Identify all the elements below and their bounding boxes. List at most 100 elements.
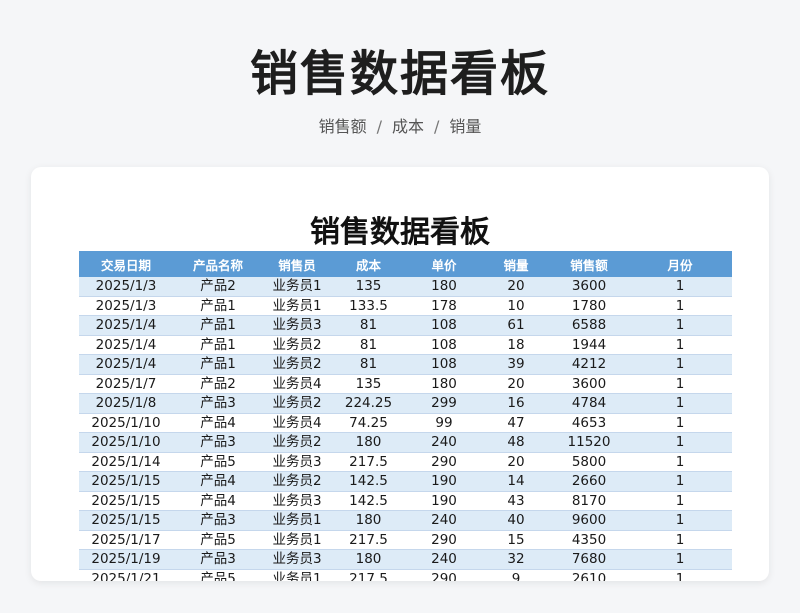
table-cell[interactable]: 9 [482,569,550,581]
table-cell[interactable]: 1 [628,569,732,581]
table-cell[interactable]: 11520 [550,432,628,453]
table-cell[interactable]: 5800 [550,452,628,472]
table-cell[interactable]: 190 [406,471,482,492]
table-cell[interactable]: 81 [331,354,406,375]
table-cell[interactable]: 10 [482,296,550,316]
table-cell[interactable]: 74.25 [331,413,406,433]
table-cell[interactable]: 产品4 [173,413,263,433]
table-cell[interactable]: 40 [482,510,550,531]
table-cell[interactable]: 1 [628,393,732,414]
table-cell[interactable]: 产品5 [173,569,263,581]
table-cell[interactable]: 业务员4 [263,413,331,433]
table-cell[interactable]: 142.5 [331,491,406,511]
table-cell[interactable]: 180 [406,374,482,394]
table-cell[interactable]: 14 [482,471,550,492]
table-cell[interactable]: 2025/1/19 [79,549,173,570]
table-cell[interactable]: 1 [628,315,732,336]
table-cell[interactable]: 217.5 [331,530,406,550]
table-cell[interactable]: 1 [628,471,732,492]
breadcrumb-item-volume[interactable]: 销量 [449,117,481,136]
table-cell[interactable]: 108 [406,354,482,375]
table-cell[interactable]: 1 [628,277,732,297]
table-cell[interactable]: 2025/1/7 [79,374,173,394]
table-cell[interactable]: 135 [331,374,406,394]
table-cell[interactable]: 217.5 [331,452,406,472]
table-cell[interactable]: 2025/1/14 [79,452,173,472]
table-cell[interactable]: 业务员2 [263,354,331,375]
table-cell[interactable]: 1 [628,335,732,355]
table-cell[interactable]: 290 [406,452,482,472]
table-cell[interactable]: 1 [628,510,732,531]
table-cell[interactable]: 业务员4 [263,374,331,394]
table-cell[interactable]: 业务员1 [263,296,331,316]
table-cell[interactable]: 108 [406,315,482,336]
table-cell[interactable]: 产品1 [173,296,263,316]
table-cell[interactable]: 47 [482,413,550,433]
table-cell[interactable]: 39 [482,354,550,375]
table-cell[interactable]: 2025/1/4 [79,315,173,336]
table-cell[interactable]: 1 [628,374,732,394]
table-cell[interactable]: 4212 [550,354,628,375]
table-cell[interactable]: 4653 [550,413,628,433]
table-cell[interactable]: 7680 [550,549,628,570]
table-cell[interactable]: 产品3 [173,432,263,453]
table-cell[interactable]: 业务员3 [263,549,331,570]
table-cell[interactable]: 2025/1/15 [79,471,173,492]
table-cell[interactable]: 20 [482,452,550,472]
table-cell[interactable]: 18 [482,335,550,355]
table-cell[interactable]: 48 [482,432,550,453]
table-cell[interactable]: 2025/1/4 [79,354,173,375]
table-cell[interactable]: 产品3 [173,510,263,531]
table-cell[interactable]: 178 [406,296,482,316]
table-cell[interactable]: 217.5 [331,569,406,581]
table-cell[interactable]: 2025/1/17 [79,530,173,550]
table-cell[interactable]: 224.25 [331,393,406,414]
table-cell[interactable]: 2025/1/10 [79,413,173,433]
table-cell[interactable]: 1 [628,296,732,316]
table-cell[interactable]: 2025/1/15 [79,510,173,531]
table-cell[interactable]: 240 [406,432,482,453]
table-cell[interactable]: 8170 [550,491,628,511]
table-cell[interactable]: 产品3 [173,549,263,570]
table-cell[interactable]: 产品4 [173,471,263,492]
table-cell[interactable]: 产品2 [173,374,263,394]
table-cell[interactable]: 业务员2 [263,471,331,492]
table-cell[interactable]: 20 [482,277,550,297]
table-cell[interactable]: 产品5 [173,452,263,472]
table-cell[interactable]: 业务员1 [263,510,331,531]
table-cell[interactable]: 产品4 [173,491,263,511]
table-cell[interactable]: 2025/1/4 [79,335,173,355]
table-cell[interactable]: 业务员2 [263,432,331,453]
table-cell[interactable]: 180 [331,432,406,453]
table-cell[interactable]: 2025/1/15 [79,491,173,511]
table-cell[interactable]: 4350 [550,530,628,550]
table-cell[interactable]: 290 [406,530,482,550]
table-cell[interactable]: 业务员3 [263,452,331,472]
table-cell[interactable]: 产品3 [173,393,263,414]
table-cell[interactable]: 1944 [550,335,628,355]
table-cell[interactable]: 290 [406,569,482,581]
table-cell[interactable]: 产品2 [173,277,263,297]
table-cell[interactable]: 3600 [550,277,628,297]
table-cell[interactable]: 81 [331,335,406,355]
table-cell[interactable]: 2025/1/3 [79,277,173,297]
table-cell[interactable]: 142.5 [331,471,406,492]
breadcrumb-item-sales[interactable]: 销售额 [319,117,367,136]
table-cell[interactable]: 业务员3 [263,315,331,336]
table-cell[interactable]: 业务员1 [263,569,331,581]
table-cell[interactable]: 1 [628,354,732,375]
table-cell[interactable]: 业务员2 [263,335,331,355]
table-cell[interactable]: 81 [331,315,406,336]
table-cell[interactable]: 180 [331,549,406,570]
table-cell[interactable]: 业务员1 [263,530,331,550]
table-cell[interactable]: 240 [406,510,482,531]
table-cell[interactable]: 业务员2 [263,393,331,414]
table-cell[interactable]: 135 [331,277,406,297]
table-cell[interactable]: 133.5 [331,296,406,316]
table-cell[interactable]: 产品1 [173,335,263,355]
table-cell[interactable]: 1 [628,432,732,453]
table-cell[interactable]: 1 [628,549,732,570]
table-cell[interactable]: 2660 [550,471,628,492]
table-cell[interactable]: 43 [482,491,550,511]
table-cell[interactable]: 4784 [550,393,628,414]
